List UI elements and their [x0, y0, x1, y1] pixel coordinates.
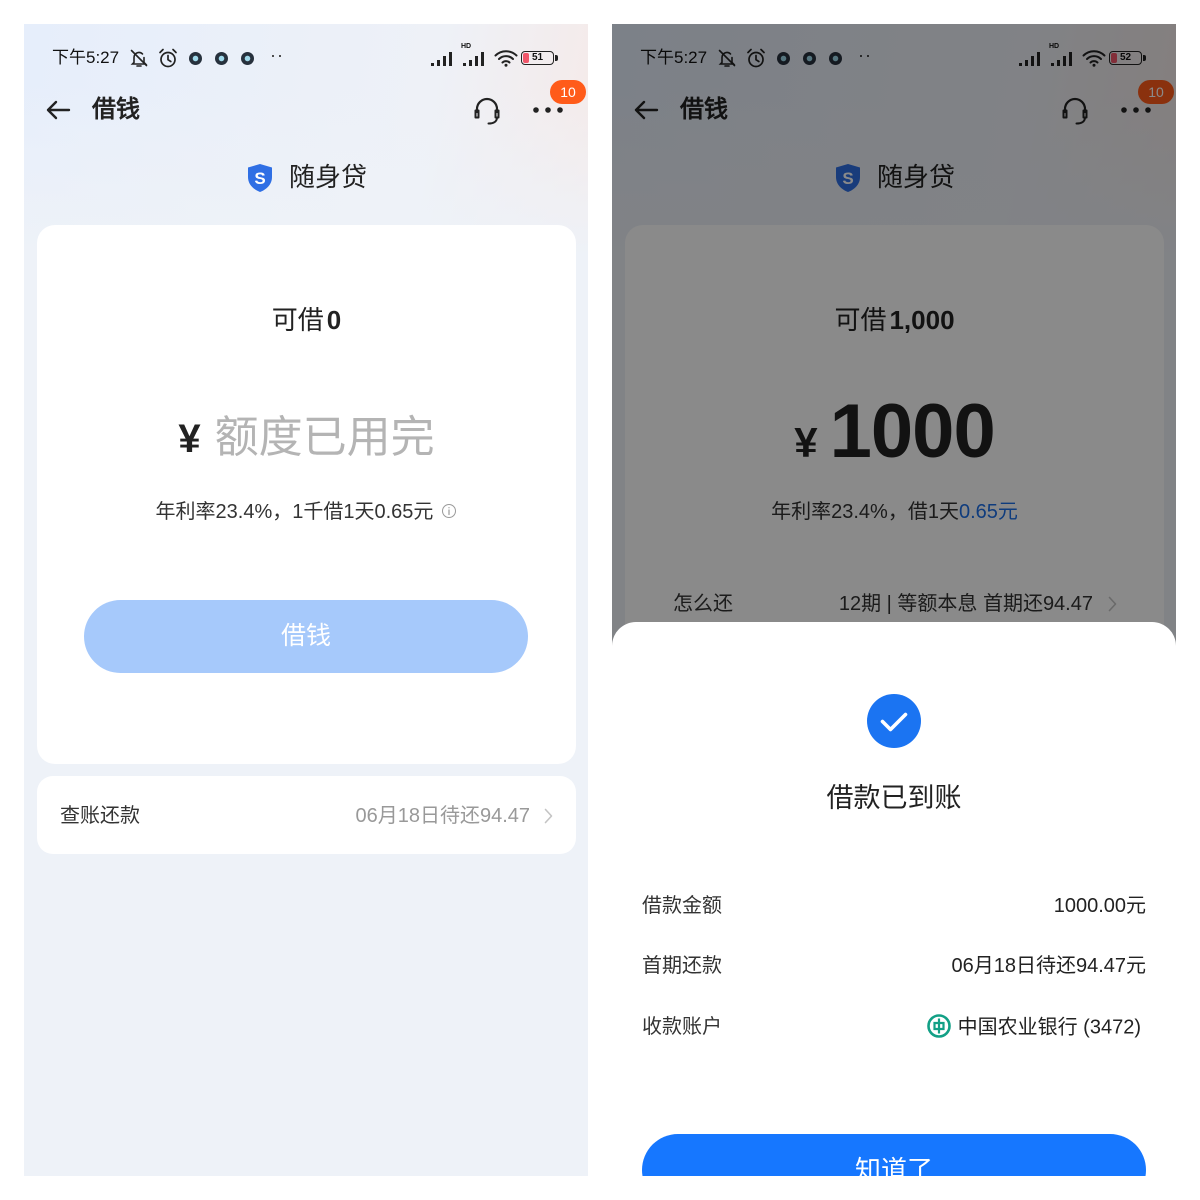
- row-label: 收款账户: [642, 1016, 722, 1038]
- check-circle-icon: [867, 694, 921, 748]
- loan-card: 可借 0 ¥ 额度已用完 年利率23.4%，1千借1天0.65元 借钱: [37, 225, 576, 764]
- more-dots-icon[interactable]: [531, 105, 565, 115]
- arrow-left-icon[interactable]: [44, 96, 72, 124]
- currency-symbol: ¥: [178, 417, 201, 461]
- interest-rate-line: 年利率23.4%，1千借1天0.65元: [37, 499, 576, 525]
- row-value: 06月18日待还94.47元: [951, 955, 1146, 977]
- confirm-button[interactable]: 知道了: [642, 1134, 1146, 1176]
- bank-logo-icon: [926, 1014, 951, 1038]
- row-label: 首期还款: [642, 955, 722, 977]
- available-label: 可借: [271, 305, 324, 335]
- alarm-icon: [159, 48, 177, 68]
- info-icon[interactable]: [441, 503, 457, 519]
- loan-amount-row: 借款金额 1000.00元: [642, 891, 1146, 921]
- mute-icon: [130, 49, 148, 67]
- wifi-icon: [494, 50, 518, 67]
- battery-level: 51: [531, 52, 544, 63]
- logo-letter: S: [254, 169, 265, 188]
- headset-icon[interactable]: [471, 94, 503, 126]
- phone-screen-left: 下午5:27 ·· HD 51 借钱 10 S 随身贷 可借 0 ¥ 额度已用完…: [24, 24, 588, 1176]
- receiving-account-row: 收款账户 中国农业银行 (3472): [642, 1012, 1146, 1042]
- bank-account-text: 中国农业银行 (3472): [957, 1016, 1141, 1039]
- signal-icon: [431, 52, 452, 66]
- chevron-right-icon: [544, 808, 553, 824]
- hd-signal-icon: [463, 52, 484, 66]
- notification-badge: 10: [550, 80, 586, 104]
- battery-cap: [555, 55, 558, 61]
- battery-icon: 51: [521, 51, 554, 65]
- interest-rate-text: 年利率23.4%，1千借1天0.65元: [155, 501, 434, 523]
- available-amount: 0: [326, 305, 342, 335]
- quota-used-up-text: 额度已用完: [214, 413, 435, 462]
- repay-due-value: 06月18日待还94.47: [355, 805, 530, 827]
- notification-app-icon: [189, 52, 202, 65]
- page-title: 借钱: [92, 96, 140, 123]
- shield-logo-icon: S: [248, 164, 272, 192]
- loan-success-sheet: 借款已到账 借款金额 1000.00元 首期还款 06月18日待还94.47元 …: [612, 622, 1176, 1176]
- receiving-account-value: 中国农业银行 (3472): [926, 1014, 1141, 1041]
- brand-name: 随身贷: [289, 162, 368, 192]
- sheet-title: 借款已到账: [826, 783, 962, 813]
- repay-label: 查账还款: [60, 805, 140, 827]
- borrow-button[interactable]: 借钱: [84, 600, 528, 673]
- row-value: 1000.00元: [1053, 895, 1146, 917]
- repay-card[interactable]: 查账还款 06月18日待还94.47: [37, 776, 576, 854]
- row-label: 借款金额: [642, 895, 722, 917]
- amount-display: ¥ 额度已用完: [37, 410, 576, 476]
- notification-app-icon: [215, 52, 228, 65]
- first-repayment-row: 首期还款 06月18日待还94.47元: [642, 951, 1146, 981]
- notification-app-icon: [241, 52, 254, 65]
- hd-label: HD: [461, 43, 472, 50]
- phone-screen-right: 下午5:27 ·· HD 52 借钱 10 S 随身贷 可借 1,000 ¥ 1…: [612, 24, 1176, 1176]
- available-credit: 可借 0: [37, 304, 576, 336]
- status-more-dots: ··: [270, 45, 284, 65]
- status-time: 下午5:27: [52, 48, 120, 67]
